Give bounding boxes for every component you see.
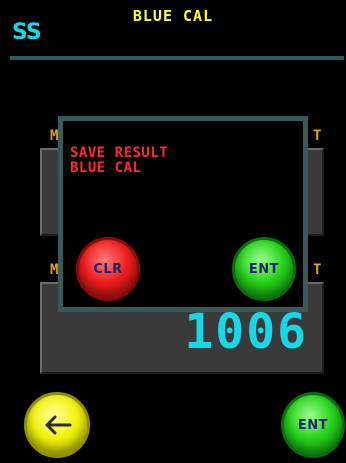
dialog-enter-button[interactable]: ENT — [232, 237, 296, 301]
dialog-message-line-1: SAVE RESULT — [70, 145, 169, 161]
value-display: 1006 — [184, 304, 308, 360]
page-title: BLUE CAL — [132, 7, 214, 25]
field-label-right-1: T — [313, 128, 322, 144]
enter-button[interactable]: ENT — [281, 392, 345, 458]
dialog-enter-button-label: ENT — [248, 261, 280, 277]
arrow-left-icon — [45, 415, 72, 435]
dialog-message-line-2: BLUE CAL — [70, 160, 142, 176]
field-label-right-2: T — [313, 262, 322, 278]
clear-button[interactable]: CLR — [76, 237, 140, 301]
clear-button-label: CLR — [93, 261, 123, 277]
header-divider — [10, 56, 344, 60]
enter-button-label: ENT — [297, 417, 329, 433]
back-button[interactable] — [24, 392, 90, 458]
